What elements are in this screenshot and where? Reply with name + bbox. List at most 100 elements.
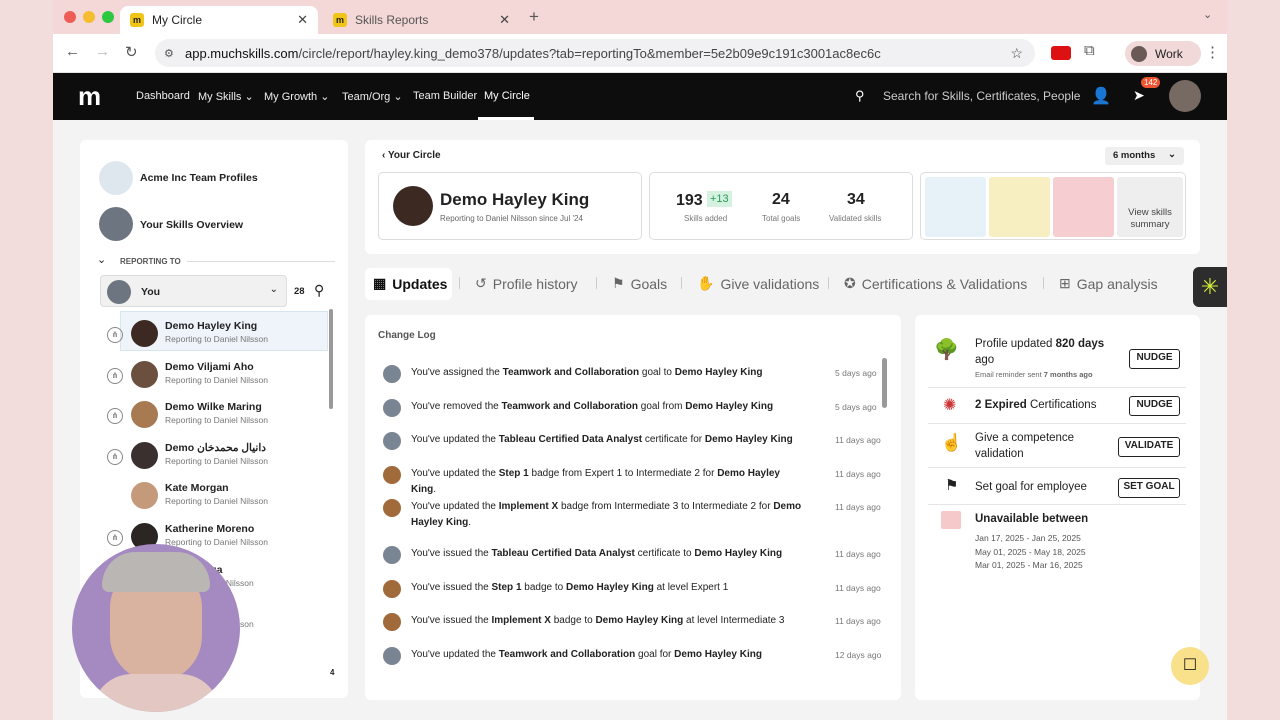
tab-gap-analysis[interactable]: ⊞ Gap analysis xyxy=(1059,275,1158,292)
chevron-left-icon: ‹ xyxy=(382,150,386,161)
close-tab-icon[interactable]: ✕ xyxy=(297,12,308,28)
badge-bear-icon[interactable] xyxy=(1053,177,1114,237)
minimize-window-icon[interactable] xyxy=(83,11,95,23)
change-log-entry: You've issued the Step 1 badge to Demo H… xyxy=(383,580,883,610)
search-icon[interactable]: ⚲ xyxy=(855,88,865,104)
tab-give-validations[interactable]: ✋ Give validations xyxy=(697,275,819,292)
collapse-chevron-icon[interactable]: ⌄ xyxy=(97,253,106,266)
badge-bear-icon[interactable] xyxy=(925,177,986,237)
hierarchy-icon[interactable]: ⋔ xyxy=(107,408,123,424)
chat-support-icon[interactable]: ☐ xyxy=(1171,647,1209,685)
change-log-entry: You've assigned the Teamwork and Collabo… xyxy=(383,365,883,395)
tab-profile-history[interactable]: ↺ Profile history xyxy=(475,275,578,292)
period-select[interactable]: 6 months ⌄ xyxy=(1105,147,1184,165)
entry-text: You've updated the Implement X badge fro… xyxy=(411,499,806,531)
extensions-puzzle-icon[interactable]: ⧉ xyxy=(1084,42,1095,59)
bookmark-star-icon[interactable]: ☆ xyxy=(1010,45,1023,62)
extension-toolbox-icon[interactable] xyxy=(1051,46,1071,60)
member-avatar xyxy=(131,441,158,469)
tab-goals[interactable]: ⚑ Goals xyxy=(612,275,667,292)
user-avatar[interactable] xyxy=(1169,80,1201,112)
divider xyxy=(928,504,1186,505)
skills-overview-link[interactable]: Your Skills Overview xyxy=(140,219,243,231)
tab-my-circle[interactable]: m My Circle ✕ xyxy=(120,6,318,34)
flag-icon: ⚑ xyxy=(945,477,959,494)
member-avatar xyxy=(131,482,158,509)
profile-avatar xyxy=(393,186,433,226)
list-item[interactable]: ⋔ Demo Viljami Aho Reporting to Daniel Nil… xyxy=(80,359,348,397)
list-item[interactable]: ⋔ Demo دانیال محمدخان Reporting to Daniel … xyxy=(80,440,348,478)
nav-team-builder[interactable]: Team Builder xyxy=(413,90,477,102)
tab-updates-label[interactable]: ▦ Updates xyxy=(373,275,447,292)
team-profiles-link[interactable]: Acme Inc Team Profiles xyxy=(140,172,258,184)
close-tab-icon[interactable]: ✕ xyxy=(499,12,510,28)
validated-skills-value: 34 xyxy=(847,191,865,208)
list-item[interactable]: Kate Morgan Reporting to Daniel Nilsson xyxy=(80,480,348,518)
site-info-icon[interactable]: ⚙ xyxy=(164,47,174,60)
list-item[interactable]: ⋔ Demo Hayley King Reporting to Daniel Nil… xyxy=(80,318,348,356)
entry-avatar xyxy=(383,466,401,484)
history-icon: ↺ xyxy=(475,275,487,291)
badge-bear-icon[interactable] xyxy=(989,177,1050,237)
tab-skills-reports[interactable]: m Skills Reports ✕ xyxy=(323,6,520,34)
tab-label: Give validations xyxy=(720,275,820,292)
tab-bar: m My Circle ✕ m Skills Reports ✕ + ⌄ xyxy=(53,0,1227,34)
profile-name: Demo Hayley King xyxy=(440,190,590,209)
forward-icon[interactable]: → xyxy=(95,43,110,60)
nudge-button[interactable]: NUDGE xyxy=(1129,349,1180,369)
set-goal-button[interactable]: SET GOAL xyxy=(1118,478,1180,498)
tab-certifications[interactable]: ✪ Certifications & Validations xyxy=(844,275,1027,292)
change-log-scrollbar[interactable] xyxy=(882,358,887,408)
validate-button[interactable]: VALIDATE xyxy=(1118,437,1180,457)
skills-added-label: Skills added xyxy=(684,214,728,223)
url-field[interactable]: ⚙ app.muchskills.com/circle/report/hayle… xyxy=(155,39,1035,67)
entry-date: 12 days ago xyxy=(835,650,882,660)
member-name: Demo دانیال محمدخان xyxy=(165,441,266,454)
chevron-down-icon: ⌄ xyxy=(1168,149,1176,160)
tab-label: Gap analysis xyxy=(1076,275,1158,292)
notifications-icon[interactable]: ➤ xyxy=(1133,87,1145,104)
list-item[interactable]: ⋔ Demo Wilke Maring Reporting to Daniel Ni… xyxy=(80,399,348,437)
entry-date: 11 days ago xyxy=(835,583,881,593)
close-window-icon[interactable] xyxy=(64,11,76,23)
nudge-button[interactable]: NUDGE xyxy=(1129,396,1180,416)
profile-button[interactable]: Work xyxy=(1125,41,1201,66)
maximize-window-icon[interactable] xyxy=(102,11,114,23)
tab-separator xyxy=(596,277,597,289)
summary-label: View skills summary xyxy=(1128,207,1172,230)
validation-hand-icon: ✋ xyxy=(697,275,715,291)
change-log-entry: You've removed the Teamwork and Collabor… xyxy=(383,399,883,429)
view-skills-summary-button[interactable]: View skills summary xyxy=(1117,177,1183,237)
tab-list-chevron-icon[interactable]: ⌄ xyxy=(1203,8,1212,21)
hierarchy-icon[interactable]: ⋔ xyxy=(107,327,123,343)
text-bold: 7 months ago xyxy=(1043,370,1093,379)
nav-team-org[interactable]: Team/Org ⌄ xyxy=(342,90,403,103)
add-user-icon[interactable]: 👤 xyxy=(1091,86,1111,106)
global-search-input[interactable]: Search for Skills, Certificates, People xyxy=(883,89,1080,103)
entry-bold: Tableau Certified Data Analyst xyxy=(491,548,635,559)
entry-plain: goal to xyxy=(639,367,675,378)
member-count: 28 xyxy=(294,286,305,297)
new-tab-icon[interactable]: + xyxy=(529,7,539,27)
reload-icon[interactable]: ↻ xyxy=(125,43,138,61)
hierarchy-icon[interactable]: ⋔ xyxy=(107,448,123,465)
hierarchy-icon[interactable]: ⋔ xyxy=(107,367,123,384)
nav-my-skills[interactable]: My Skills ⌄ xyxy=(198,90,254,103)
entry-text: You've removed the Teamwork and Collabor… xyxy=(411,399,806,415)
assistant-sparkle-icon[interactable]: ✳ xyxy=(1193,267,1227,307)
nav-my-circle[interactable]: My Circle xyxy=(484,90,530,102)
browser-menu-icon[interactable]: ⋮ xyxy=(1205,43,1220,61)
skills-added-delta: +13 xyxy=(707,191,732,207)
entry-avatar xyxy=(383,613,401,631)
reporting-to-select[interactable]: You ⌄ xyxy=(100,275,287,307)
back-link[interactable]: ‹ Your Circle xyxy=(382,150,441,161)
profile-updated-text: Profile updated 820 days ago xyxy=(975,336,1115,368)
email-reminder-text: Email reminder sent 7 months ago xyxy=(975,370,1093,379)
entry-plain: at level Intermediate 3 xyxy=(683,615,785,626)
hierarchy-icon[interactable]: ⋔ xyxy=(107,529,123,546)
back-icon[interactable]: ← xyxy=(65,43,80,60)
search-icon[interactable]: ⚲ xyxy=(314,282,324,299)
muchskills-logo[interactable]: m xyxy=(78,81,101,112)
nav-my-growth[interactable]: My Growth ⌄ xyxy=(264,90,329,103)
nav-dashboard[interactable]: Dashboard xyxy=(136,90,190,102)
